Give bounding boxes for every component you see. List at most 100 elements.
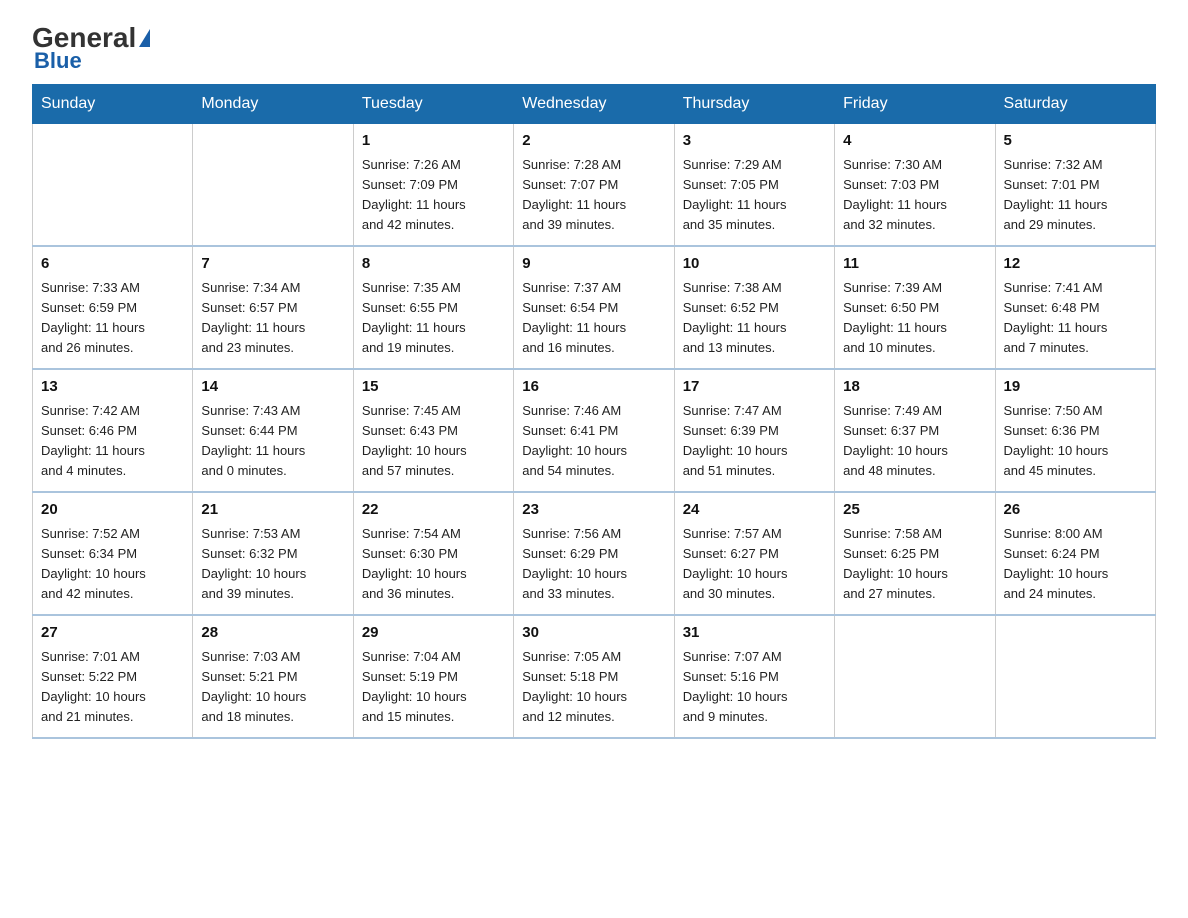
calendar-cell: 5Sunrise: 7:32 AMSunset: 7:01 PMDaylight…	[995, 124, 1155, 247]
calendar-cell: 11Sunrise: 7:39 AMSunset: 6:50 PMDayligh…	[835, 246, 995, 369]
day-info: Sunrise: 7:50 AMSunset: 6:36 PMDaylight:…	[1004, 401, 1147, 482]
day-number: 18	[843, 376, 986, 399]
day-number: 16	[522, 376, 665, 399]
day-info: Sunrise: 7:54 AMSunset: 6:30 PMDaylight:…	[362, 524, 505, 605]
day-info: Sunrise: 7:43 AMSunset: 6:44 PMDaylight:…	[201, 401, 344, 482]
weekday-header-row: SundayMondayTuesdayWednesdayThursdayFrid…	[33, 85, 1156, 124]
day-number: 7	[201, 253, 344, 276]
weekday-header-friday: Friday	[835, 85, 995, 124]
calendar-cell: 7Sunrise: 7:34 AMSunset: 6:57 PMDaylight…	[193, 246, 353, 369]
day-number: 15	[362, 376, 505, 399]
day-info: Sunrise: 7:03 AMSunset: 5:21 PMDaylight:…	[201, 647, 344, 728]
day-number: 11	[843, 253, 986, 276]
day-info: Sunrise: 7:04 AMSunset: 5:19 PMDaylight:…	[362, 647, 505, 728]
day-number: 6	[41, 253, 184, 276]
day-number: 31	[683, 622, 826, 645]
weekday-header-wednesday: Wednesday	[514, 85, 674, 124]
calendar-cell: 25Sunrise: 7:58 AMSunset: 6:25 PMDayligh…	[835, 492, 995, 615]
calendar-table: SundayMondayTuesdayWednesdayThursdayFrid…	[32, 84, 1156, 739]
day-info: Sunrise: 7:45 AMSunset: 6:43 PMDaylight:…	[362, 401, 505, 482]
day-number: 25	[843, 499, 986, 522]
day-info: Sunrise: 7:47 AMSunset: 6:39 PMDaylight:…	[683, 401, 826, 482]
day-info: Sunrise: 7:30 AMSunset: 7:03 PMDaylight:…	[843, 155, 986, 236]
calendar-cell: 28Sunrise: 7:03 AMSunset: 5:21 PMDayligh…	[193, 615, 353, 738]
day-number: 28	[201, 622, 344, 645]
calendar-cell: 9Sunrise: 7:37 AMSunset: 6:54 PMDaylight…	[514, 246, 674, 369]
day-info: Sunrise: 7:41 AMSunset: 6:48 PMDaylight:…	[1004, 278, 1147, 359]
day-number: 5	[1004, 130, 1147, 153]
weekday-header-thursday: Thursday	[674, 85, 834, 124]
calendar-cell: 23Sunrise: 7:56 AMSunset: 6:29 PMDayligh…	[514, 492, 674, 615]
calendar-cell: 30Sunrise: 7:05 AMSunset: 5:18 PMDayligh…	[514, 615, 674, 738]
day-info: Sunrise: 8:00 AMSunset: 6:24 PMDaylight:…	[1004, 524, 1147, 605]
logo-blue: Blue	[34, 48, 82, 74]
calendar-cell	[835, 615, 995, 738]
day-info: Sunrise: 7:57 AMSunset: 6:27 PMDaylight:…	[683, 524, 826, 605]
calendar-cell: 4Sunrise: 7:30 AMSunset: 7:03 PMDaylight…	[835, 124, 995, 247]
day-info: Sunrise: 7:01 AMSunset: 5:22 PMDaylight:…	[41, 647, 184, 728]
calendar-cell: 14Sunrise: 7:43 AMSunset: 6:44 PMDayligh…	[193, 369, 353, 492]
day-number: 1	[362, 130, 505, 153]
day-info: Sunrise: 7:29 AMSunset: 7:05 PMDaylight:…	[683, 155, 826, 236]
calendar-cell: 17Sunrise: 7:47 AMSunset: 6:39 PMDayligh…	[674, 369, 834, 492]
calendar-cell: 13Sunrise: 7:42 AMSunset: 6:46 PMDayligh…	[33, 369, 193, 492]
day-number: 27	[41, 622, 184, 645]
day-info: Sunrise: 7:42 AMSunset: 6:46 PMDaylight:…	[41, 401, 184, 482]
calendar-cell: 22Sunrise: 7:54 AMSunset: 6:30 PMDayligh…	[353, 492, 513, 615]
day-number: 2	[522, 130, 665, 153]
calendar-week-row: 1Sunrise: 7:26 AMSunset: 7:09 PMDaylight…	[33, 124, 1156, 247]
calendar-cell: 12Sunrise: 7:41 AMSunset: 6:48 PMDayligh…	[995, 246, 1155, 369]
calendar-cell: 1Sunrise: 7:26 AMSunset: 7:09 PMDaylight…	[353, 124, 513, 247]
calendar-cell: 31Sunrise: 7:07 AMSunset: 5:16 PMDayligh…	[674, 615, 834, 738]
weekday-header-sunday: Sunday	[33, 85, 193, 124]
calendar-cell	[193, 124, 353, 247]
calendar-cell: 26Sunrise: 8:00 AMSunset: 6:24 PMDayligh…	[995, 492, 1155, 615]
calendar-cell: 8Sunrise: 7:35 AMSunset: 6:55 PMDaylight…	[353, 246, 513, 369]
day-number: 3	[683, 130, 826, 153]
day-info: Sunrise: 7:05 AMSunset: 5:18 PMDaylight:…	[522, 647, 665, 728]
day-number: 17	[683, 376, 826, 399]
day-number: 21	[201, 499, 344, 522]
calendar-week-row: 27Sunrise: 7:01 AMSunset: 5:22 PMDayligh…	[33, 615, 1156, 738]
day-info: Sunrise: 7:53 AMSunset: 6:32 PMDaylight:…	[201, 524, 344, 605]
day-number: 4	[843, 130, 986, 153]
day-number: 22	[362, 499, 505, 522]
day-number: 13	[41, 376, 184, 399]
day-number: 14	[201, 376, 344, 399]
day-info: Sunrise: 7:46 AMSunset: 6:41 PMDaylight:…	[522, 401, 665, 482]
weekday-header-monday: Monday	[193, 85, 353, 124]
weekday-header-saturday: Saturday	[995, 85, 1155, 124]
day-info: Sunrise: 7:58 AMSunset: 6:25 PMDaylight:…	[843, 524, 986, 605]
calendar-cell: 19Sunrise: 7:50 AMSunset: 6:36 PMDayligh…	[995, 369, 1155, 492]
calendar-cell: 29Sunrise: 7:04 AMSunset: 5:19 PMDayligh…	[353, 615, 513, 738]
calendar-cell: 21Sunrise: 7:53 AMSunset: 6:32 PMDayligh…	[193, 492, 353, 615]
day-number: 23	[522, 499, 665, 522]
calendar-week-row: 6Sunrise: 7:33 AMSunset: 6:59 PMDaylight…	[33, 246, 1156, 369]
day-info: Sunrise: 7:28 AMSunset: 7:07 PMDaylight:…	[522, 155, 665, 236]
calendar-week-row: 20Sunrise: 7:52 AMSunset: 6:34 PMDayligh…	[33, 492, 1156, 615]
calendar-cell: 24Sunrise: 7:57 AMSunset: 6:27 PMDayligh…	[674, 492, 834, 615]
day-info: Sunrise: 7:07 AMSunset: 5:16 PMDaylight:…	[683, 647, 826, 728]
logo: General Blue	[32, 24, 150, 74]
calendar-cell: 20Sunrise: 7:52 AMSunset: 6:34 PMDayligh…	[33, 492, 193, 615]
day-number: 20	[41, 499, 184, 522]
calendar-cell: 10Sunrise: 7:38 AMSunset: 6:52 PMDayligh…	[674, 246, 834, 369]
day-number: 8	[362, 253, 505, 276]
day-info: Sunrise: 7:34 AMSunset: 6:57 PMDaylight:…	[201, 278, 344, 359]
calendar-cell	[33, 124, 193, 247]
calendar-week-row: 13Sunrise: 7:42 AMSunset: 6:46 PMDayligh…	[33, 369, 1156, 492]
weekday-header-tuesday: Tuesday	[353, 85, 513, 124]
day-info: Sunrise: 7:33 AMSunset: 6:59 PMDaylight:…	[41, 278, 184, 359]
day-number: 29	[362, 622, 505, 645]
day-number: 30	[522, 622, 665, 645]
calendar-cell: 3Sunrise: 7:29 AMSunset: 7:05 PMDaylight…	[674, 124, 834, 247]
calendar-cell: 27Sunrise: 7:01 AMSunset: 5:22 PMDayligh…	[33, 615, 193, 738]
day-info: Sunrise: 7:52 AMSunset: 6:34 PMDaylight:…	[41, 524, 184, 605]
day-info: Sunrise: 7:35 AMSunset: 6:55 PMDaylight:…	[362, 278, 505, 359]
day-info: Sunrise: 7:49 AMSunset: 6:37 PMDaylight:…	[843, 401, 986, 482]
calendar-cell: 18Sunrise: 7:49 AMSunset: 6:37 PMDayligh…	[835, 369, 995, 492]
calendar-cell	[995, 615, 1155, 738]
calendar-cell: 15Sunrise: 7:45 AMSunset: 6:43 PMDayligh…	[353, 369, 513, 492]
day-number: 26	[1004, 499, 1147, 522]
day-info: Sunrise: 7:39 AMSunset: 6:50 PMDaylight:…	[843, 278, 986, 359]
